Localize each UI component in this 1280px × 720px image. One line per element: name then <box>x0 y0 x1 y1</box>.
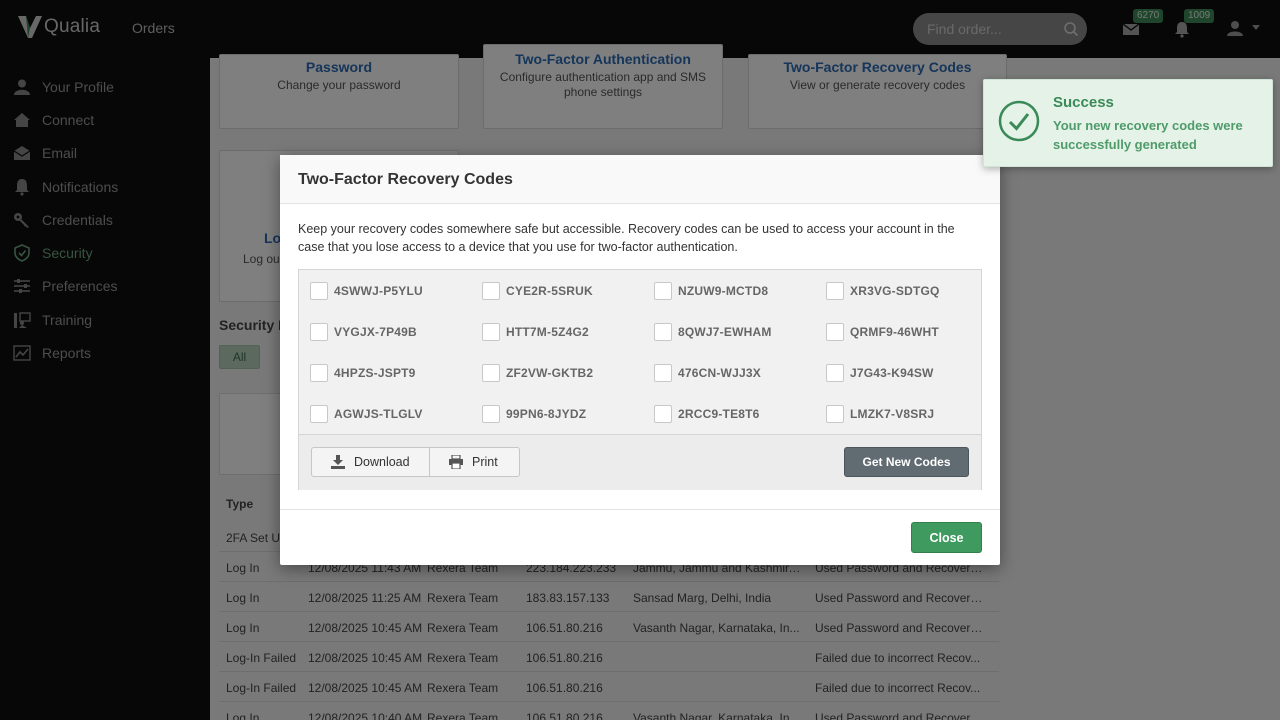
export-button-group: Download Print <box>311 447 520 477</box>
recovery-code[interactable]: LMZK7-V8SRJ <box>826 404 998 424</box>
download-icon <box>331 455 345 469</box>
code-checkbox[interactable] <box>310 364 328 382</box>
code-checkbox[interactable] <box>826 282 844 300</box>
code-text: 476CN-WJJ3X <box>678 366 761 380</box>
recovery-code[interactable]: AGWJS-TLGLV <box>310 404 482 424</box>
recovery-code[interactable]: 4HPZS-JSPT9 <box>310 363 482 383</box>
download-button[interactable]: Download <box>311 447 430 477</box>
code-text: J7G43-K94SW <box>850 366 934 380</box>
code-checkbox[interactable] <box>310 405 328 423</box>
modal-footer: Close <box>280 509 1000 565</box>
code-text: 99PN6-8JYDZ <box>506 407 587 421</box>
recovery-code[interactable]: 476CN-WJJ3X <box>654 363 826 383</box>
code-checkbox[interactable] <box>826 323 844 341</box>
close-button[interactable]: Close <box>911 522 982 553</box>
code-checkbox[interactable] <box>826 364 844 382</box>
recovery-code[interactable]: 4SWWJ-P5YLU <box>310 281 482 301</box>
modal-description: Keep your recovery codes somewhere safe … <box>298 222 955 254</box>
recovery-code[interactable]: 8QWJ7-EWHAM <box>654 322 826 342</box>
toast-title: Success <box>1053 94 1114 111</box>
code-text: XR3VG-SDTGQ <box>850 284 940 298</box>
code-checkbox[interactable] <box>654 323 672 341</box>
code-text: 4HPZS-JSPT9 <box>334 366 416 380</box>
print-button[interactable]: Print <box>430 447 520 477</box>
toast-message: Your new recovery codes were successfull… <box>1053 118 1243 152</box>
recovery-code[interactable]: QRMF9-46WHT <box>826 322 998 342</box>
get-new-codes-button[interactable]: Get New Codes <box>844 447 969 477</box>
printer-icon <box>449 455 463 469</box>
code-text: HTT7M-5Z4G2 <box>506 325 589 339</box>
code-checkbox[interactable] <box>310 323 328 341</box>
code-text: AGWJS-TLGLV <box>334 407 423 421</box>
code-text: LMZK7-V8SRJ <box>850 407 935 421</box>
code-checkbox[interactable] <box>482 282 500 300</box>
code-text: 2RCC9-TE8T6 <box>678 407 760 421</box>
recovery-code[interactable]: ZF2VW-GKTB2 <box>482 363 654 383</box>
code-text: NZUW9-MCTD8 <box>678 284 769 298</box>
recovery-code[interactable]: J7G43-K94SW <box>826 363 998 383</box>
code-checkbox[interactable] <box>654 282 672 300</box>
code-text: VYGJX-7P49B <box>334 325 417 339</box>
recovery-code[interactable]: 99PN6-8JYDZ <box>482 404 654 424</box>
check-circle-icon <box>998 100 1040 142</box>
recovery-code[interactable]: NZUW9-MCTD8 <box>654 281 826 301</box>
code-text: CYE2R-5SRUK <box>506 284 593 298</box>
modal-body: Keep your recovery codes somewhere safe … <box>280 204 1000 490</box>
recovery-code[interactable]: HTT7M-5Z4G2 <box>482 322 654 342</box>
code-checkbox[interactable] <box>826 405 844 423</box>
code-checkbox[interactable] <box>482 323 500 341</box>
code-checkbox[interactable] <box>654 364 672 382</box>
code-text: 8QWJ7-EWHAM <box>678 325 772 339</box>
recovery-code[interactable]: 2RCC9-TE8T6 <box>654 404 826 424</box>
code-checkbox[interactable] <box>482 364 500 382</box>
print-label: Print <box>472 455 498 469</box>
success-toast[interactable]: Success Your new recovery codes were suc… <box>983 79 1273 167</box>
code-checkbox[interactable] <box>482 405 500 423</box>
code-text: ZF2VW-GKTB2 <box>506 366 594 380</box>
recovery-code[interactable]: CYE2R-5SRUK <box>482 281 654 301</box>
modal-header: Two-Factor Recovery Codes <box>280 155 1000 204</box>
codes-actions-bar: Download Print Get New Codes <box>299 434 981 490</box>
code-checkbox[interactable] <box>310 282 328 300</box>
code-checkbox[interactable] <box>654 405 672 423</box>
recovery-code[interactable]: XR3VG-SDTGQ <box>826 281 998 301</box>
code-text: QRMF9-46WHT <box>850 325 939 339</box>
recovery-code[interactable]: VYGJX-7P49B <box>310 322 482 342</box>
recovery-codes-modal: Two-Factor Recovery Codes Keep your reco… <box>280 155 1000 565</box>
modal-title: Two-Factor Recovery Codes <box>298 171 513 188</box>
recovery-codes-box: 4SWWJ-P5YLU CYE2R-5SRUK NZUW9-MCTD8 XR3V… <box>298 269 982 490</box>
download-label: Download <box>354 455 410 469</box>
code-text: 4SWWJ-P5YLU <box>334 284 423 298</box>
